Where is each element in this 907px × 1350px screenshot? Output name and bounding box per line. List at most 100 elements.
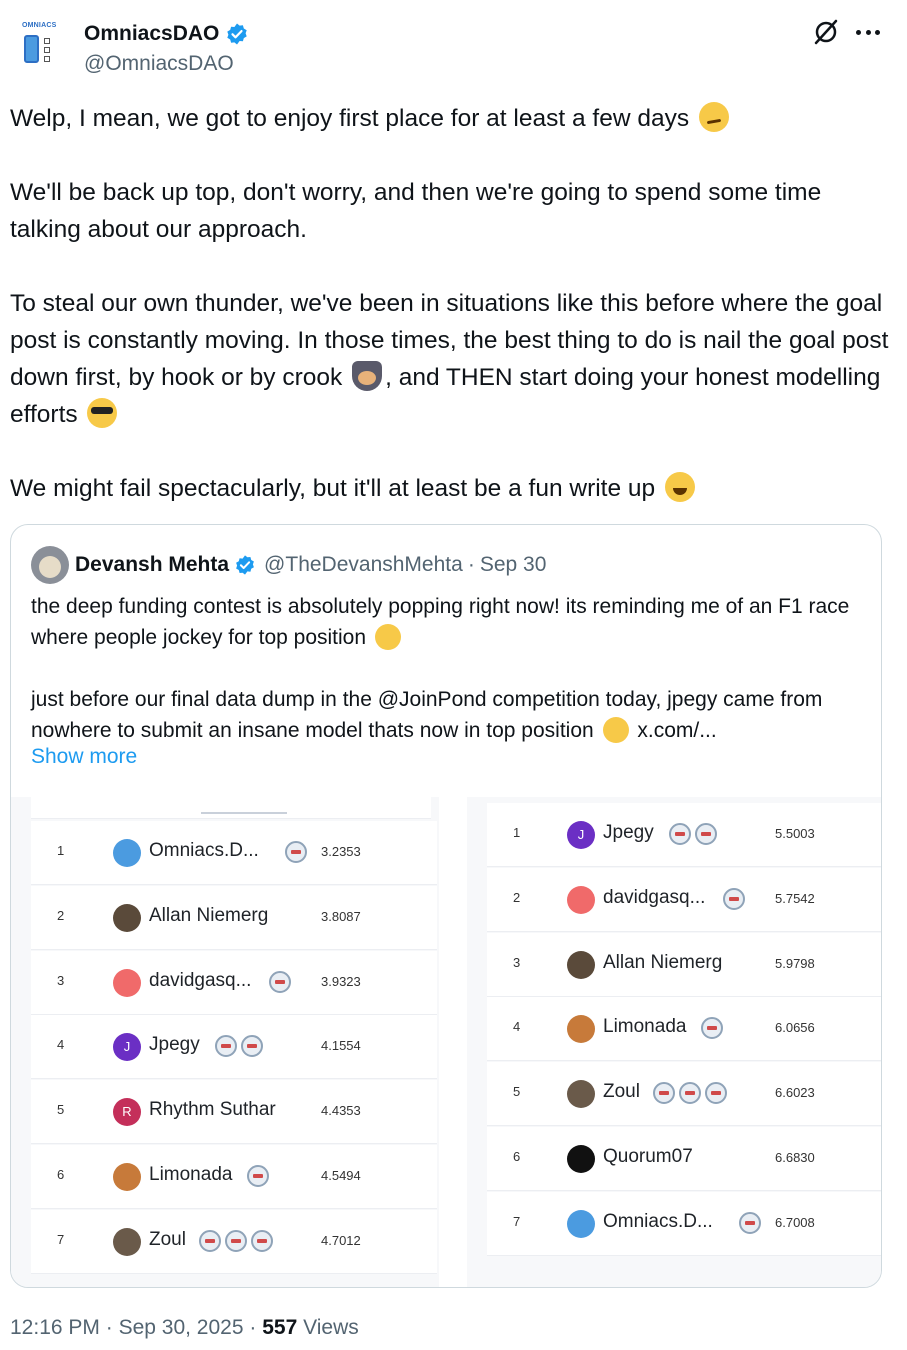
user-avatar (567, 1015, 595, 1044)
quoted-text-segment: the deep funding contest is absolutely p… (31, 595, 850, 649)
leaderboard-username: Limonada (603, 1016, 687, 1038)
mind-blown-emoji-icon (602, 717, 629, 743)
medal-badge-icon (653, 1082, 675, 1105)
user-avatar (113, 1227, 141, 1256)
medal-badge-icon (679, 1082, 701, 1105)
user-avatar (113, 1163, 141, 1191)
leaderboard-username: Omniacs.D... (603, 1210, 713, 1232)
phone-icon (24, 35, 39, 63)
leaderboard-row: 3 Allan Niemerg 5.9798 (487, 932, 881, 997)
medal-badge-icon (705, 1082, 727, 1105)
leaderboard-score: 3.8087 (321, 908, 361, 924)
show-more-link[interactable]: Show more (31, 745, 137, 769)
meta-separator: · (249, 1316, 257, 1339)
smirk-emoji-icon (698, 102, 729, 132)
medal-badge-icon (285, 841, 307, 863)
achievement-badges (285, 841, 307, 865)
leaderboard-username: Zoul (603, 1081, 640, 1103)
views-count: 557 (262, 1316, 298, 1339)
leaderboard-row: 2 davidgasq... 5.7542 (487, 867, 881, 932)
leaderboard-image-right[interactable]: 1 J Jpegy 5.5003 2 davidgasq... 5.7542 3 Allan N… (467, 797, 881, 1287)
grok-icon[interactable] (812, 18, 840, 46)
quoted-date-separator: · (467, 553, 475, 576)
leaderboard-rank: 1 (513, 825, 521, 840)
leaderboard-username: davidgasq... (603, 886, 706, 908)
medal-badge-icon (695, 823, 717, 845)
user-avatar: J (113, 1033, 141, 1062)
quoted-author-handle[interactable]: @TheDevanshMehta (264, 553, 463, 577)
quoted-tweet-header: Devansh Mehta @TheDevanshMehta · Sep 30 (31, 545, 546, 585)
achievement-badges (269, 970, 291, 995)
quoted-link[interactable]: x.com/... (632, 719, 716, 742)
achievement-badges (701, 1017, 723, 1041)
leaderboard-score: 4.5494 (321, 1168, 361, 1183)
leaderboard-score: 3.2353 (321, 844, 361, 859)
leaderboard-score: 5.5003 (775, 826, 815, 841)
leaderboard-score: 6.6023 (775, 1085, 815, 1101)
medal-badge-icon (225, 1229, 247, 1252)
quoted-tweet-card[interactable]: Devansh Mehta @TheDevanshMehta · Sep 30 … (10, 524, 882, 1288)
leaderboard-rank: 3 (513, 954, 521, 970)
medal-badge-icon (241, 1035, 263, 1058)
quoted-author-avatar[interactable] (31, 546, 69, 584)
leaderboard-rank: 7 (57, 1231, 65, 1247)
square-icon (44, 47, 50, 53)
tweet-text-segment: Welp, I mean, we got to enjoy first plac… (10, 105, 690, 132)
quoted-author-name[interactable]: Devansh Mehta (75, 553, 229, 577)
tweet-text-segment: We might fail spectacularly, but it'll a… (10, 475, 656, 502)
meta-separator: · (105, 1316, 113, 1339)
medal-badge-icon (269, 970, 291, 993)
medal-badge-icon (669, 823, 691, 845)
tweet-paragraph: We'll be back up top, don't worry, and t… (10, 174, 890, 248)
leaderboard-row: 1 J Jpegy 5.5003 (487, 803, 881, 867)
tweet-text: Welp, I mean, we got to enjoy first plac… (10, 100, 890, 507)
leaderboard-image-left[interactable]: 1 Omniacs.D... 3.2353 2 Allan Niemerg 3.8087 3… (11, 797, 439, 1287)
leaderboard-score: 4.1554 (321, 1038, 361, 1054)
user-avatar (113, 968, 141, 997)
leaderboard-row: 6 Quorum07 6.6830 (487, 1127, 881, 1191)
leaderboard-rank: 5 (513, 1084, 521, 1100)
square-icon (44, 38, 50, 44)
achievement-badges (215, 1035, 263, 1059)
leaderboard-row: 1 Omniacs.D... 3.2353 (31, 821, 437, 885)
leaderboard-row: 2 Allan Niemerg 3.8087 (31, 885, 437, 950)
achievement-badges (723, 887, 745, 912)
leaderboard-row: 4 J Jpegy 4.1554 (31, 1015, 437, 1080)
leaderboard-row: 7 Zoul 4.7012 (31, 1209, 437, 1274)
leaderboard-username: Rhythm Suthar (149, 1099, 276, 1121)
more-options-icon[interactable] (856, 30, 880, 36)
user-avatar (567, 950, 595, 979)
leaderboard-username: Allan Niemerg (603, 951, 723, 973)
leaderboard-score: 4.7012 (321, 1232, 361, 1248)
leaderboard-row: 3 davidgasq... 3.9323 (31, 950, 437, 1015)
leaderboard-rank: 6 (513, 1149, 521, 1164)
laughing-emoji-icon (374, 624, 401, 650)
medal-badge-icon (199, 1229, 221, 1252)
leaderboard-row: 6 Limonada 4.5494 (31, 1145, 437, 1209)
achievement-badges (199, 1229, 273, 1254)
quoted-tweet-date[interactable]: Sep 30 (480, 553, 547, 577)
leaderboard-score: 3.9323 (321, 973, 361, 989)
author-display-name[interactable]: OmniacsDAO (84, 22, 219, 46)
user-avatar (567, 1209, 595, 1238)
tweet-header: OMNIACS OmniacsDAO @OmniacsDAO (0, 0, 907, 90)
author-handle[interactable]: @OmniacsDAO (84, 52, 234, 76)
tweet-date[interactable]: Sep 30, 2025 (119, 1316, 244, 1339)
author-avatar[interactable]: OMNIACS (14, 22, 60, 70)
medal-badge-icon (251, 1229, 273, 1252)
user-avatar (567, 1145, 595, 1173)
leaderboard-score: 6.7008 (775, 1214, 815, 1230)
user-avatar (113, 903, 141, 932)
leaderboard-username: Allan Niemerg (149, 904, 269, 926)
tweet-meta: 12:16 PM · Sep 30, 2025 · 557 Views (10, 1316, 359, 1340)
leaderboard-username: Zoul (149, 1228, 186, 1250)
achievement-badges (247, 1165, 269, 1189)
tweet-time[interactable]: 12:16 PM (10, 1316, 100, 1339)
leaderboard-rank: 6 (57, 1167, 65, 1182)
leaderboard-rank: 4 (57, 1037, 65, 1053)
leaderboard-score: 4.4353 (321, 1103, 361, 1119)
verified-badge-icon (236, 555, 254, 575)
tweet-paragraph: To steal our own thunder, we've been in … (10, 285, 890, 433)
medal-badge-icon (215, 1035, 237, 1058)
leaderboard-username: davidgasq... (149, 969, 252, 991)
